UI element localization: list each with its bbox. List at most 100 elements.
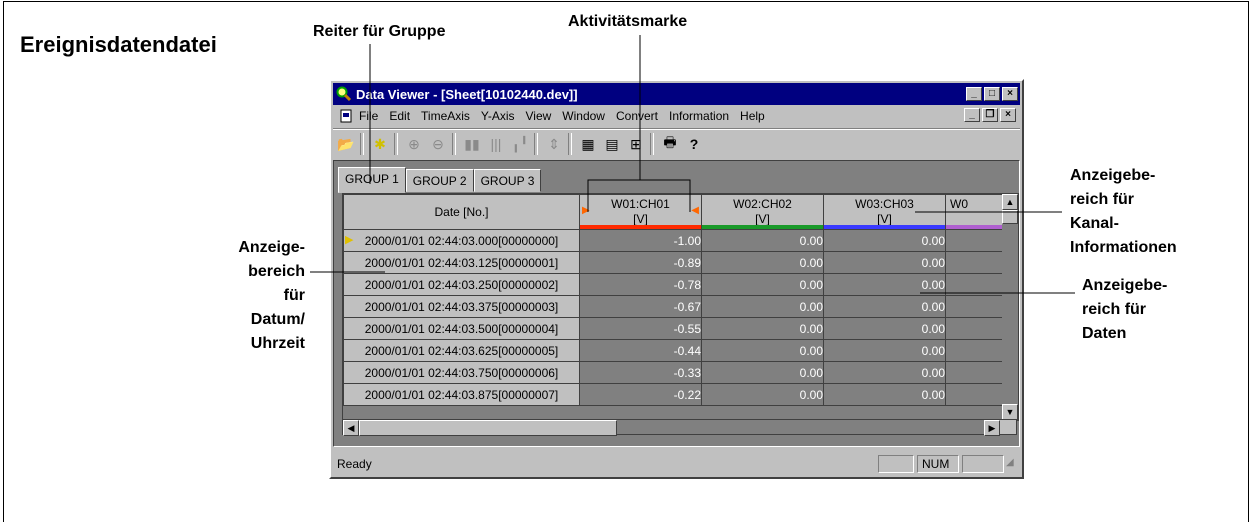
- value-cell: [945, 295, 1006, 318]
- scroll-up-icon[interactable]: ▲: [1002, 194, 1018, 210]
- channel-header-3[interactable]: W03:CH03 [V]: [823, 194, 946, 230]
- tab-group-1[interactable]: GROUP 1: [338, 167, 406, 193]
- table-row[interactable]: 2000/01/01 02:44:03.250[00000002] -0.78 …: [343, 273, 1006, 296]
- mdi-restore-button[interactable]: ❐: [982, 108, 998, 122]
- channel-header-1[interactable]: ▶ W01:CH01 [V] ◀: [579, 194, 702, 230]
- table-row[interactable]: 2000/01/01 02:44:03.375[00000003] -0.67 …: [343, 295, 1006, 318]
- table-row[interactable]: 2000/01/01 02:44:03.125[00000001] -0.89 …: [343, 251, 1006, 274]
- zoom-out-icon[interactable]: ⊖: [427, 133, 449, 155]
- date-cell: 2000/01/01 02:44:03.125[00000001]: [343, 251, 580, 274]
- callout-tab: Reiter für Gruppe: [313, 23, 446, 40]
- menu-window[interactable]: Window: [562, 109, 605, 123]
- zoom-in-icon[interactable]: ⊕: [403, 133, 425, 155]
- section-title: Ereignisdatendatei: [20, 32, 217, 57]
- window-title: Data Viewer - [Sheet[10102440.dev]]: [356, 86, 578, 102]
- value-cell: [945, 383, 1006, 406]
- table-row[interactable]: 2000/01/01 02:44:03.625[00000005] -0.44 …: [343, 339, 1006, 362]
- close-button[interactable]: ×: [1002, 87, 1018, 101]
- fit-vertical-icon[interactable]: ⇕: [543, 133, 565, 155]
- status-panel-num: NUM: [917, 455, 959, 473]
- horizontal-scrollbar[interactable]: ◀ ▶: [342, 419, 1017, 436]
- value-cell: [945, 229, 1006, 252]
- date-cell: 2000/01/01 02:44:03.375[00000003]: [343, 295, 580, 318]
- horizontal-scroll-thumb[interactable]: [359, 420, 617, 436]
- resize-grip-icon[interactable]: ◢: [1006, 457, 1020, 471]
- status-bar: Ready NUM ◢: [333, 453, 1020, 475]
- vertical-scroll-track[interactable]: [1002, 224, 1018, 404]
- scroll-left-icon[interactable]: ◀: [343, 420, 359, 436]
- data-viewer-window: Data Viewer - [Sheet[10102440.dev]] _ □ …: [329, 79, 1024, 479]
- minimize-button[interactable]: _: [966, 87, 982, 101]
- menu-help[interactable]: Help: [740, 109, 765, 123]
- table-row[interactable]: 2000/01/01 02:44:03.750[00000006] -0.33 …: [343, 361, 1006, 384]
- step-bars-icon[interactable]: ╻╹: [509, 133, 531, 155]
- scroll-right-icon[interactable]: ▶: [984, 420, 1000, 436]
- menu-convert[interactable]: Convert: [616, 109, 658, 123]
- bars-icon[interactable]: ▮▮: [461, 133, 483, 155]
- split-view-icon[interactable]: ⊞: [625, 133, 647, 155]
- toolbar-separator: [568, 133, 572, 155]
- callout-data-area: Anzeigebe- reich für Daten: [1082, 277, 1168, 342]
- activity-star-icon[interactable]: ✱: [369, 133, 391, 155]
- activity-marker-left-icon: ▶: [582, 205, 590, 216]
- scroll-down-icon[interactable]: ▼: [1002, 404, 1018, 420]
- value-cell: 0.00: [823, 361, 946, 384]
- vertical-scroll-thumb[interactable]: [1002, 210, 1018, 224]
- date-cell: 2000/01/01 02:44:03.500[00000004]: [343, 317, 580, 340]
- value-cell: -0.33: [579, 361, 702, 384]
- value-cell: 0.00: [823, 339, 946, 362]
- table-row[interactable]: 2000/01/01 02:44:03.875[00000007] -0.22 …: [343, 383, 1006, 406]
- menu-timeaxis[interactable]: TimeAxis: [421, 109, 470, 123]
- date-cell: 2000/01/01 02:44:03.875[00000007]: [343, 383, 580, 406]
- value-cell: -0.89: [579, 251, 702, 274]
- mdi-minimize-button[interactable]: _: [964, 108, 980, 122]
- value-cell: -0.44: [579, 339, 702, 362]
- table-row[interactable]: 2000/01/01 02:44:03.500[00000004] -0.55 …: [343, 317, 1006, 340]
- value-cell: 0.00: [823, 251, 946, 274]
- print-icon[interactable]: 🖶: [659, 133, 681, 155]
- open-folder-icon[interactable]: 📂: [335, 133, 357, 155]
- tab-group-2[interactable]: GROUP 2: [405, 169, 474, 192]
- callout-channel-info: Anzeigebe- reich für Kanal- Informatione…: [1070, 167, 1177, 256]
- menu-information[interactable]: Information: [669, 109, 729, 123]
- sheet-view-icon[interactable]: ▤: [601, 133, 623, 155]
- date-column-header[interactable]: Date [No.]: [343, 194, 580, 230]
- horizontal-scroll-track[interactable]: [617, 420, 985, 434]
- status-panel-caps: [878, 455, 914, 473]
- value-cell: -0.55: [579, 317, 702, 340]
- value-cell: 0.00: [701, 295, 824, 318]
- value-cell: -1.00: [579, 229, 702, 252]
- document-icon[interactable]: [339, 109, 353, 123]
- maximize-button[interactable]: □: [984, 87, 1000, 101]
- vertical-lines-icon[interactable]: |||: [485, 133, 507, 155]
- date-cell: ▶ 2000/01/01 02:44:03.000[00000000]: [343, 229, 580, 252]
- menu-edit[interactable]: Edit: [389, 109, 410, 123]
- date-cell: 2000/01/01 02:44:03.750[00000006]: [343, 361, 580, 384]
- value-cell: [945, 317, 1006, 340]
- mdi-controls: _ ❐ ×: [964, 108, 1018, 122]
- tab-group-3[interactable]: GROUP 3: [473, 169, 542, 192]
- vertical-scrollbar[interactable]: ▲ ▼: [1002, 194, 1018, 420]
- value-cell: -0.67: [579, 295, 702, 318]
- callout-activity: Aktivitätsmarke: [568, 13, 688, 30]
- value-cell: 0.00: [701, 383, 824, 406]
- menu-file[interactable]: File: [359, 109, 378, 123]
- value-cell: 0.00: [701, 339, 824, 362]
- channel-header-2[interactable]: W02:CH02 [V]: [701, 194, 824, 230]
- channel-header-4[interactable]: W0: [945, 194, 1006, 230]
- activity-marker-right-icon: ◀: [691, 205, 699, 216]
- graph-view-icon[interactable]: ▦: [577, 133, 599, 155]
- menu-y-axis[interactable]: Y-Axis: [481, 109, 515, 123]
- help-icon[interactable]: ?: [683, 133, 705, 155]
- table-row[interactable]: ▶ 2000/01/01 02:44:03.000[00000000] -1.00…: [343, 229, 1006, 252]
- value-cell: 0.00: [823, 273, 946, 296]
- mdi-close-button[interactable]: ×: [1000, 108, 1016, 122]
- value-cell: 0.00: [701, 229, 824, 252]
- menu-view[interactable]: View: [526, 109, 552, 123]
- value-cell: 0.00: [823, 295, 946, 318]
- channel-color-bar: [702, 225, 823, 229]
- channel-color-bar: [580, 225, 701, 229]
- title-bar[interactable]: Data Viewer - [Sheet[10102440.dev]] _ □ …: [333, 83, 1020, 105]
- value-cell: 0.00: [701, 317, 824, 340]
- toolbar: 📂 ✱ ⊕ ⊖ ▮▮ ||| ╻╹ ⇕ ▦ ▤ ⊞ 🖶 ?: [333, 128, 1020, 159]
